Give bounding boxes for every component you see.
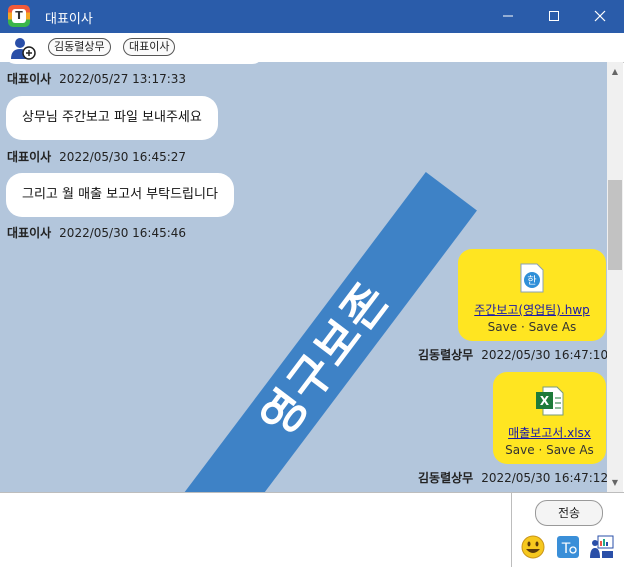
message-meta: 김동렬상무 2022/05/30 16:47:12 bbox=[418, 469, 607, 486]
previous-message-bubble bbox=[4, 62, 264, 64]
maximize-button[interactable] bbox=[531, 0, 577, 33]
file-bubble[interactable]: X 매출보고서.xlsx Save · Save As bbox=[493, 372, 606, 464]
message-meta: 대표이사 2022/05/27 13:17:33 bbox=[7, 70, 186, 87]
file-link[interactable]: 매출보고서.xlsx bbox=[493, 424, 606, 441]
message-bubble[interactable]: 그리고 월 매출 보고서 부탁드립니다 bbox=[6, 173, 234, 217]
file-link[interactable]: 주간보고(영업팀).hwp bbox=[458, 301, 606, 318]
excel-file-icon: X bbox=[535, 386, 563, 416]
minimize-icon bbox=[503, 15, 513, 17]
svg-text:X: X bbox=[539, 394, 549, 408]
svg-text:T: T bbox=[561, 541, 571, 557]
message-meta: 김동렬상무 2022/05/30 16:47:10 bbox=[418, 346, 607, 363]
send-button[interactable]: 전송 bbox=[535, 500, 603, 526]
window-title: 대표이사 bbox=[45, 12, 93, 27]
maximize-icon bbox=[549, 11, 559, 21]
sender-name: 김동렬상무 bbox=[418, 471, 474, 485]
add-participant-button[interactable] bbox=[10, 36, 36, 60]
message-time: 2022/05/30 16:47:12 bbox=[481, 471, 607, 485]
add-user-icon bbox=[11, 38, 36, 60]
participant-chip[interactable]: 대표이사 bbox=[123, 38, 176, 56]
scroll-thumb[interactable] bbox=[608, 180, 622, 270]
hwp-file-icon: 한 bbox=[520, 263, 544, 293]
file-save-actions[interactable]: Save · Save As bbox=[493, 443, 606, 457]
scroll-down-icon[interactable]: ▼ bbox=[607, 478, 623, 487]
chat-area[interactable]: 대표이사 2022/05/27 13:17:33 상무님 주간보고 파일 보내주세… bbox=[0, 62, 607, 492]
message-meta: 대표이사 2022/05/30 16:45:27 bbox=[7, 148, 186, 165]
emoji-icon[interactable] bbox=[521, 535, 545, 559]
app-logo-icon: T bbox=[8, 5, 30, 27]
close-icon bbox=[594, 10, 606, 22]
file-save-actions[interactable]: Save · Save As bbox=[458, 320, 606, 334]
chat-scrollbar[interactable]: ▲ ▼ bbox=[607, 62, 623, 492]
font-style-icon[interactable]: T bbox=[556, 535, 580, 559]
participants-bar: 김동렬상무 대표이사 bbox=[0, 33, 624, 63]
sender-name: 대표이사 bbox=[7, 226, 52, 240]
message-time: 2022/05/30 16:45:46 bbox=[59, 226, 187, 240]
close-button[interactable] bbox=[577, 0, 623, 33]
message-meta: 대표이사 2022/05/30 16:45:46 bbox=[7, 224, 186, 241]
composer-tools: 전송 T bbox=[511, 492, 624, 567]
message-bubble[interactable]: 상무님 주간보고 파일 보내주세요 bbox=[6, 96, 218, 140]
message-time: 2022/05/30 16:45:27 bbox=[59, 150, 187, 164]
message-time: 2022/05/27 13:17:33 bbox=[59, 72, 187, 86]
svg-text:한: 한 bbox=[527, 275, 536, 287]
remote-presentation-icon[interactable] bbox=[590, 535, 614, 559]
title-bar: T 대표이사 bbox=[0, 0, 624, 33]
sender-name: 대표이사 bbox=[7, 72, 52, 86]
minimize-button[interactable] bbox=[485, 0, 531, 33]
scroll-up-icon[interactable]: ▲ bbox=[607, 67, 623, 76]
sender-name: 대표이사 bbox=[7, 150, 52, 164]
permanent-preserve-banner: 영구보존 bbox=[173, 172, 477, 492]
participant-chip[interactable]: 김동렬상무 bbox=[48, 38, 111, 56]
file-bubble[interactable]: 한 주간보고(영업팀).hwp Save · Save As bbox=[458, 249, 606, 341]
sender-name: 김동렬상무 bbox=[418, 348, 474, 362]
message-input[interactable] bbox=[0, 492, 511, 567]
message-time: 2022/05/30 16:47:10 bbox=[481, 348, 607, 362]
